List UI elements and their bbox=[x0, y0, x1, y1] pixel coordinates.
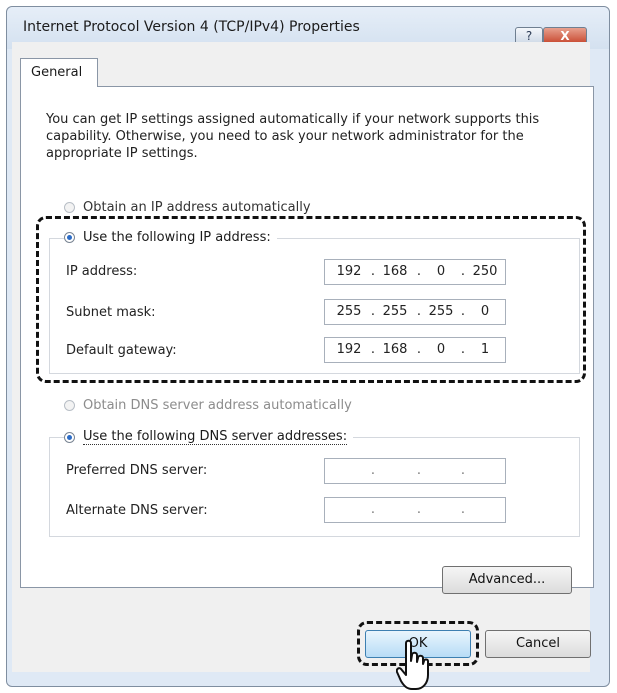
alternate-dns-input[interactable]: . . . bbox=[324, 497, 506, 523]
octet-separator: . bbox=[460, 502, 466, 517]
help-icon: ? bbox=[525, 29, 533, 43]
description-text: You can get IP settings assigned automat… bbox=[46, 112, 540, 161]
obtain-dns-auto-label: Obtain DNS server address automatically bbox=[83, 398, 352, 413]
alternate-dns-label: Alternate DNS server: bbox=[66, 503, 208, 518]
radio-icon bbox=[64, 202, 75, 213]
window-title: Internet Protocol Version 4 (TCP/IPv4) P… bbox=[23, 19, 360, 35]
use-following-dns-radio[interactable]: Use the following DNS server addresses: bbox=[64, 429, 354, 445]
obtain-ip-auto-radio[interactable]: Obtain an IP address automatically bbox=[64, 200, 311, 215]
tab-general[interactable]: General bbox=[20, 58, 98, 87]
octet-separator: . bbox=[416, 502, 422, 517]
octet-separator: . bbox=[416, 463, 422, 478]
advanced-button[interactable]: Advanced... bbox=[442, 566, 572, 594]
obtain-ip-auto-label: Obtain an IP address automatically bbox=[83, 200, 311, 215]
preferred-dns-label: Preferred DNS server: bbox=[66, 463, 208, 478]
preferred-dns-input[interactable]: . . . bbox=[324, 458, 506, 484]
octet-separator: . bbox=[370, 502, 376, 517]
close-icon: X bbox=[560, 29, 570, 43]
use-following-dns-label: Use the following DNS server addresses: bbox=[83, 429, 348, 445]
octet-separator: . bbox=[370, 463, 376, 478]
obtain-dns-auto-radio[interactable]: Obtain DNS server address automatically bbox=[64, 398, 352, 413]
hand-pointer-icon bbox=[396, 639, 429, 690]
radio-selected-icon bbox=[64, 431, 75, 443]
radio-icon bbox=[64, 400, 75, 411]
cancel-button[interactable]: Cancel bbox=[485, 630, 591, 658]
octet-separator: . bbox=[460, 463, 466, 478]
highlight-ip-settings bbox=[36, 216, 586, 383]
